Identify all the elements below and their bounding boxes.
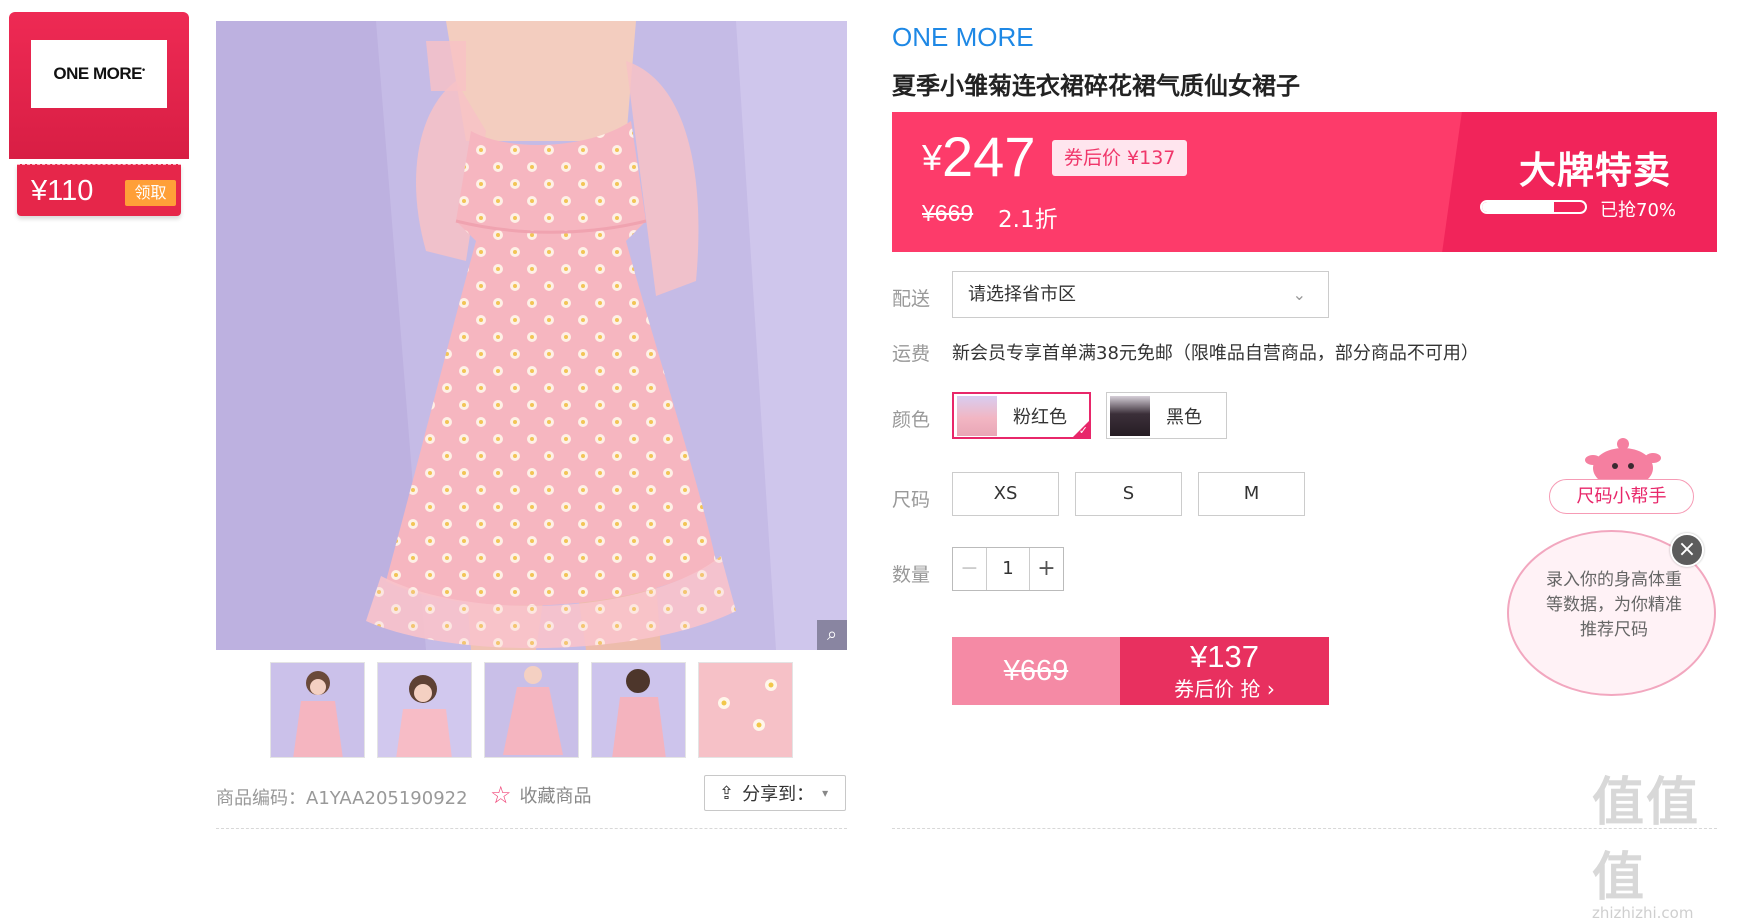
buy-button[interactable]: ¥669 ¥137 券后价 抢 › [952,637,1329,705]
coupon-footer: ¥110 领取 [17,164,181,216]
color-option-label: 粉红色 [1013,406,1067,428]
buy-coupon-section: ¥137 券后价 抢 › [1120,637,1329,705]
color-option-pink[interactable]: 粉红色 ✓ [952,392,1091,439]
shipping-label: 运费 [892,343,931,365]
region-placeholder: 请选择省市区 [968,284,1076,305]
chevron-down-icon: ▾ [822,786,829,800]
quantity-decrease-button[interactable]: − [953,548,987,590]
coupon-amount: ¥110 [31,175,94,207]
color-swatch-pink [957,395,997,436]
size-label: 尺码 [892,489,931,511]
quantity-label: 数量 [892,564,931,586]
buy-cta-label: 券后价 抢 › [1174,677,1275,701]
size-option-s[interactable]: S [1075,472,1182,516]
buy-original-price: ¥669 [952,637,1120,705]
brand-name[interactable]: ONE MORE [892,22,1034,53]
product-code: 商品编码：A1YAA205190922 [216,788,468,809]
quantity-stepper: − 1 + [952,547,1064,591]
brand-logo-text: ONE MORE• [53,64,145,83]
original-price: ¥669 [922,200,974,226]
watermark-logo: 值值值 [1592,773,1701,908]
coupon-card: ONE MORE• ¥110 领取 [9,12,189,217]
watermark: 值值值 zhizhizhi.com [1592,760,1740,922]
quantity-value[interactable]: 1 [987,548,1029,590]
shipping-text: 新会员专享首单满38元免邮（限唯品自营商品，部分商品不可用） [952,343,1479,364]
thumbnail-strip [270,662,795,758]
sale-title: 大牌特卖 [1519,149,1671,192]
currency-symbol: ¥ [922,137,943,178]
share-dropdown[interactable]: ⇪ 分享到： ▾ [704,775,846,811]
current-price: ¥247 [922,124,1035,189]
size-option-xs[interactable]: XS [952,472,1059,516]
after-coupon-tag: 券后价 ¥137 [1052,140,1188,176]
region-select[interactable]: 请选择省市区 ⌄ [952,271,1329,318]
share-label: 分享到： [742,784,815,805]
price-value: 247 [942,125,1036,188]
product-title: 夏季小雏菊连衣裙碎花裙气质仙女裙子 [892,72,1300,100]
close-icon[interactable]: × [1670,533,1704,567]
thumbnail-5[interactable] [698,662,793,758]
chevron-down-icon: ⌄ [1292,285,1306,304]
dress-illustration [216,21,847,650]
main-product-image[interactable]: ⌕ [216,21,847,650]
divider-left [216,828,847,829]
delivery-label: 配送 [892,288,931,310]
share-icon: ⇪ [719,782,735,804]
sold-progress-bar [1480,200,1587,214]
size-helper-button[interactable]: 尺码小帮手 [1549,479,1694,514]
favorite-label: 收藏商品 [519,786,592,807]
zoom-icon[interactable]: ⌕ [817,620,847,650]
thumbnail-3[interactable] [484,662,579,758]
quantity-increase-button[interactable]: + [1029,548,1063,590]
size-helper-text: 录入你的身高体重等数据，为你精准推荐尺码 [1546,570,1682,640]
sold-percent-text: 已抢70% [1600,200,1677,221]
discount-label: 2.1折 [998,207,1058,233]
coupon-header: ONE MORE• [9,12,189,159]
favorite-button[interactable]: ☆ 收藏商品 [490,782,592,808]
thumbnail-1[interactable] [270,662,365,758]
sold-progress-fill [1482,202,1555,212]
thumbnail-2[interactable] [377,662,472,758]
check-icon: ✓ [1078,424,1088,437]
product-meta-row: 商品编码：A1YAA205190922 ☆ 收藏商品 ⇪ 分享到： ▾ [216,775,847,812]
brand-logo: ONE MORE• [31,40,167,108]
color-swatch-black [1110,395,1150,436]
price-banner: ¥247 券后价 ¥137 ¥669 2.1折 大牌特卖 已抢70% [892,112,1717,252]
size-option-m[interactable]: M [1198,472,1305,516]
star-icon: ☆ [490,781,512,809]
color-option-black[interactable]: 黑色 [1106,392,1227,439]
thumbnail-4[interactable] [591,662,686,758]
claim-coupon-button[interactable]: 领取 [125,180,176,206]
buy-coupon-price: ¥137 [1190,639,1259,674]
color-option-label: 黑色 [1166,406,1202,428]
color-label: 颜色 [892,409,931,431]
